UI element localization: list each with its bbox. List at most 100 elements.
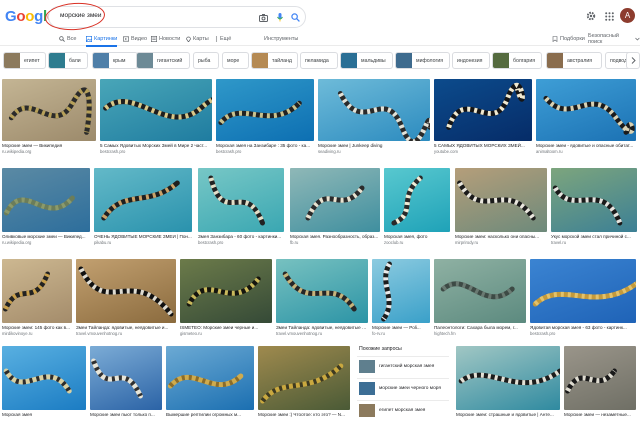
tab-tools[interactable]: Инструменты: [264, 34, 298, 44]
chip-4[interactable]: рыба: [193, 52, 219, 69]
image-result[interactable]: Морские змеи: насколько они опасны... mir…: [455, 168, 547, 246]
result-title[interactable]: Оливковые морские змеи — Википед...: [2, 234, 90, 240]
chip-6[interactable]: тайланд: [251, 52, 298, 69]
result-title[interactable]: Морские змеи - ядовитые и опасные обитат…: [536, 143, 636, 149]
result-title[interactable]: Морская змея: [2, 412, 86, 418]
result-title[interactable]: Морские змеи | Junkeep diving: [318, 143, 430, 149]
result-thumbnail[interactable]: [166, 346, 254, 410]
tab-video[interactable]: Видео: [123, 34, 147, 44]
chip-2[interactable]: крым: [92, 52, 138, 69]
image-result[interactable]: ISMETEO: Морские змеи черные и... gismete…: [180, 259, 272, 337]
result-title[interactable]: Морская змея, фото: [384, 234, 450, 240]
image-result[interactable]: Морские змеи — Poli... fo-rv.ru: [372, 259, 430, 337]
result-title[interactable]: Морская змея на Занзибаре : 35 фото - ка…: [216, 143, 314, 149]
result-thumbnail[interactable]: [290, 168, 380, 232]
image-result[interactable]: Морская змея, фото zooclub.ru: [384, 168, 450, 246]
tab-maps[interactable]: Карты: [186, 34, 209, 44]
result-thumbnail[interactable]: [276, 259, 368, 323]
image-result[interactable]: Морские змеи: страшные и ядовитые | Анте…: [456, 346, 560, 424]
result-title[interactable]: Змеи Тайланда: ядовитые, неядовитые и...: [76, 325, 176, 331]
result-title[interactable]: ISMETEO: Морские змеи черные и...: [180, 325, 272, 331]
chip-5[interactable]: море: [222, 52, 249, 69]
result-title[interactable]: Морские змеи :) Чтоотоe: кто это? — N...: [258, 412, 350, 418]
result-thumbnail[interactable]: [536, 79, 636, 141]
result-thumbnail[interactable]: [100, 79, 212, 141]
tab-more[interactable]: Ещё: [215, 34, 231, 44]
result-thumbnail[interactable]: [216, 79, 314, 141]
result-thumbnail[interactable]: [318, 79, 430, 141]
result-thumbnail[interactable]: [530, 259, 636, 323]
image-result[interactable]: Морская змея: [2, 346, 86, 424]
chip-0[interactable]: египет: [3, 52, 46, 69]
image-result[interactable]: Морские змеи :) Чтоотоe: кто это? — N...: [258, 346, 350, 424]
result-thumbnail[interactable]: [180, 259, 272, 323]
microphone-icon[interactable]: [274, 12, 285, 23]
result-title[interactable]: 5 САМЫХ ЯДОВИТЫХ МОРСКИХ ЗМЕЙ...: [434, 143, 532, 149]
chip-1[interactable]: бали: [48, 52, 88, 69]
safesearch-toggle[interactable]: Безопасный поиск: [588, 33, 640, 45]
result-thumbnail[interactable]: [94, 168, 192, 232]
gear-icon[interactable]: [584, 9, 598, 23]
image-result[interactable]: Змеи Тайланда: ядовитые, неядовитые и...…: [76, 259, 176, 337]
chip-8[interactable]: мальдивы: [340, 52, 393, 69]
image-result[interactable]: Палеонтологи: Сахара была морем, г... hig…: [434, 259, 526, 337]
related-item[interactable]: египет морская змея: [357, 400, 449, 420]
chip-9[interactable]: мифология: [395, 52, 450, 69]
result-title[interactable]: Морские змеи пьют только п...: [90, 412, 162, 418]
result-thumbnail[interactable]: [372, 259, 430, 323]
tab-images[interactable]: Картинки: [86, 34, 118, 47]
apps-grid-icon[interactable]: [602, 9, 616, 23]
avatar[interactable]: А: [620, 8, 635, 23]
result-thumbnail[interactable]: [76, 259, 176, 323]
result-title[interactable]: ОЧЕНЬ ЯДОВИТЫЕ МОРСКИЕ ЗМЕИ | Пон...: [94, 234, 192, 240]
result-title[interactable]: Морские змеи: насколько они опасны...: [455, 234, 547, 240]
result-thumbnail[interactable]: [384, 168, 450, 232]
image-result[interactable]: Морские змеи - ядовитые и опасные обитат…: [536, 79, 636, 155]
image-result[interactable]: Вымершие рептилии огромных м...: [166, 346, 254, 424]
result-thumbnail[interactable]: [2, 79, 96, 141]
chip-3[interactable]: гигантский: [136, 52, 190, 69]
chip-10[interactable]: индонезия: [452, 52, 490, 69]
result-thumbnail[interactable]: [2, 346, 86, 410]
result-thumbnail[interactable]: [434, 259, 526, 323]
result-thumbnail[interactable]: [2, 168, 90, 232]
result-title[interactable]: Укус морской змеи стал причиной с...: [551, 234, 637, 240]
collections-link[interactable]: Подборки: [552, 34, 585, 44]
result-title[interactable]: Змея Занзибара - 60 фото - картинки...: [198, 234, 284, 240]
result-thumbnail[interactable]: [2, 259, 72, 323]
chip-7[interactable]: пеламида: [300, 52, 338, 69]
image-result[interactable]: Змея Занзибара - 60 фото - картинки... be…: [198, 168, 284, 246]
result-title[interactable]: Морские змеи — Poli...: [372, 325, 430, 331]
image-result[interactable]: Ядовитая морская змея - 63 фото - картин…: [530, 259, 636, 337]
result-title[interactable]: Палеонтологи: Сахара была морем, г...: [434, 325, 526, 331]
image-result[interactable]: 5 САМЫХ ЯДОВИТЫХ МОРСКИХ ЗМЕЙ... youtube.…: [434, 79, 532, 155]
result-title[interactable]: Ядовитая морская змея - 63 фото - картин…: [530, 325, 636, 331]
image-result[interactable]: Морские змеи пьют только п...: [90, 346, 162, 424]
chip-12[interactable]: австралия: [546, 52, 602, 69]
result-title[interactable]: Морские змеи: 145 фото как в...: [2, 325, 72, 331]
image-result[interactable]: Морские змеи: 145 фото как в... mirdikovi…: [2, 259, 72, 337]
image-result[interactable]: Морские змеи | Junkeep diving seadiving.r…: [318, 79, 430, 155]
related-item[interactable]: гигантский морская змея: [357, 356, 449, 376]
image-result[interactable]: 5 Самых Ядовитых Морских Змей в Мире 2 ч…: [100, 79, 212, 155]
image-result[interactable]: Змеи Тайланда: ядовитые, неядовитые и...…: [276, 259, 368, 337]
tab-news[interactable]: Новости: [151, 34, 180, 44]
image-result[interactable]: Укус морской змеи стал причиной с... trav…: [551, 168, 637, 246]
image-result[interactable]: Морская змея на Занзибаре : 35 фото - ка…: [216, 79, 314, 155]
result-title[interactable]: Морская змея. Разнообразность, образ...: [290, 234, 380, 240]
result-thumbnail[interactable]: [258, 346, 350, 410]
image-result[interactable]: Морская змея. Разнообразность, образ... f…: [290, 168, 380, 246]
result-thumbnail[interactable]: [551, 168, 637, 232]
result-title[interactable]: Морские змеи: страшные и ядовитые | Анте…: [456, 412, 560, 418]
result-thumbnail[interactable]: [198, 168, 284, 232]
image-result[interactable]: Морские змеи — Википедия ru.wikipedia.org: [2, 79, 96, 155]
result-thumbnail[interactable]: [455, 168, 547, 232]
result-title[interactable]: 5 Самых Ядовитых Морских Змей в Мире 2 ч…: [100, 143, 212, 149]
search-icon[interactable]: [290, 12, 301, 23]
related-item[interactable]: морские змеи черного моря: [357, 378, 449, 398]
image-result[interactable]: ОЧЕНЬ ЯДОВИТЫЕ МОРСКИЕ ЗМЕИ | Пон... pika…: [94, 168, 192, 246]
tab-all[interactable]: Все: [59, 34, 76, 44]
result-title[interactable]: Змеи Тайланда: ядовитые, неядовитые и...: [276, 325, 368, 331]
camera-icon[interactable]: [258, 12, 269, 23]
result-thumbnail[interactable]: [90, 346, 162, 410]
